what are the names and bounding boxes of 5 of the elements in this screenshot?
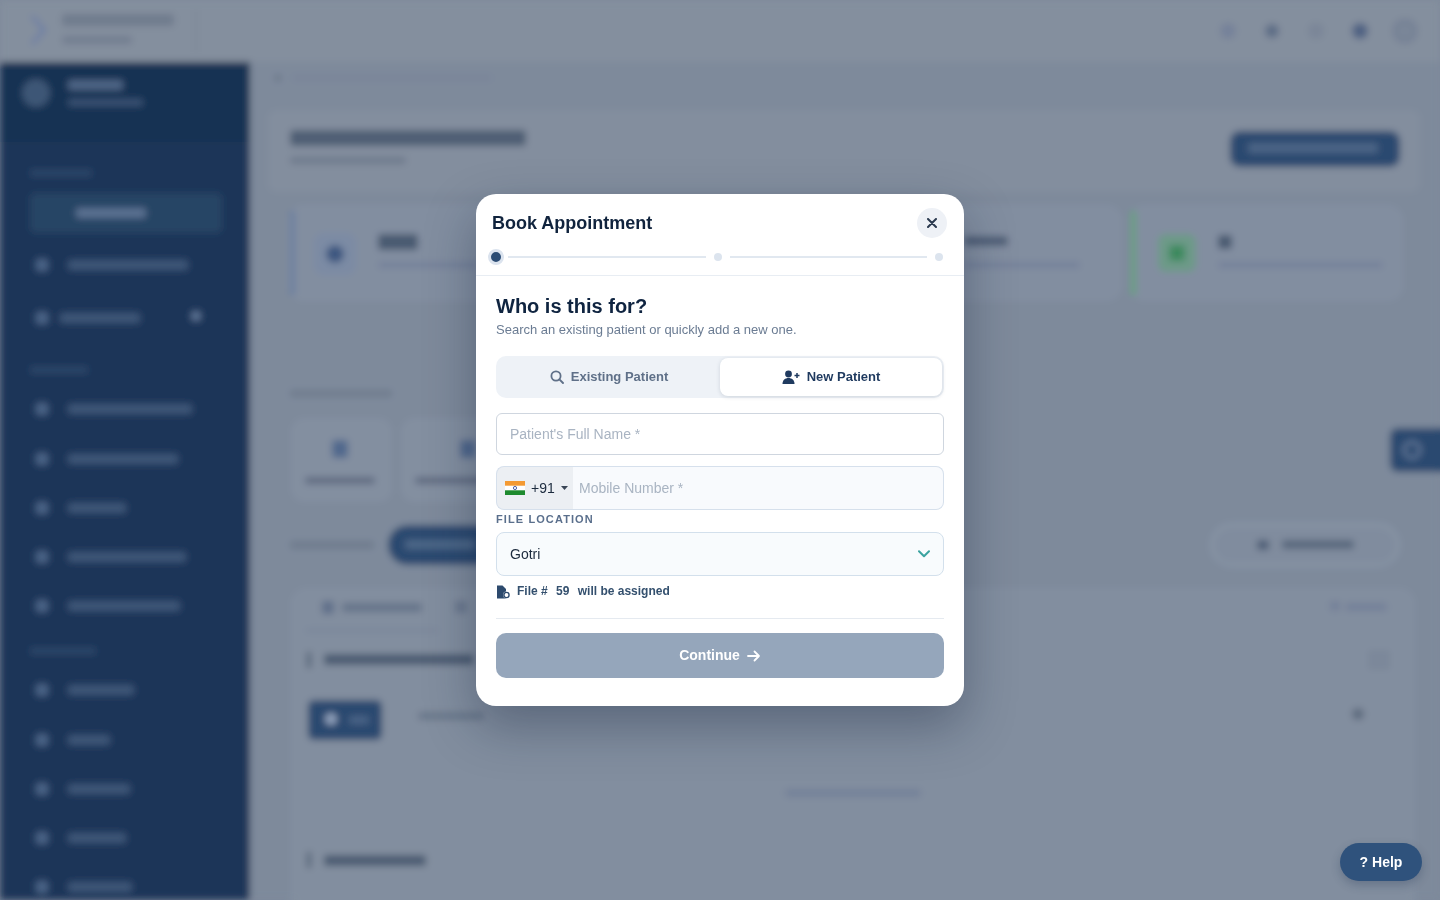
dialog-title: Book Appointment xyxy=(492,212,653,234)
section-subtitle: Search an existing patient or quickly add a new one. xyxy=(496,321,798,339)
section-heading: Who is this for? xyxy=(496,294,649,318)
field-label: FILE LOCATION xyxy=(496,512,595,526)
file-number-note: File # 59 will be assigned xyxy=(517,584,670,599)
